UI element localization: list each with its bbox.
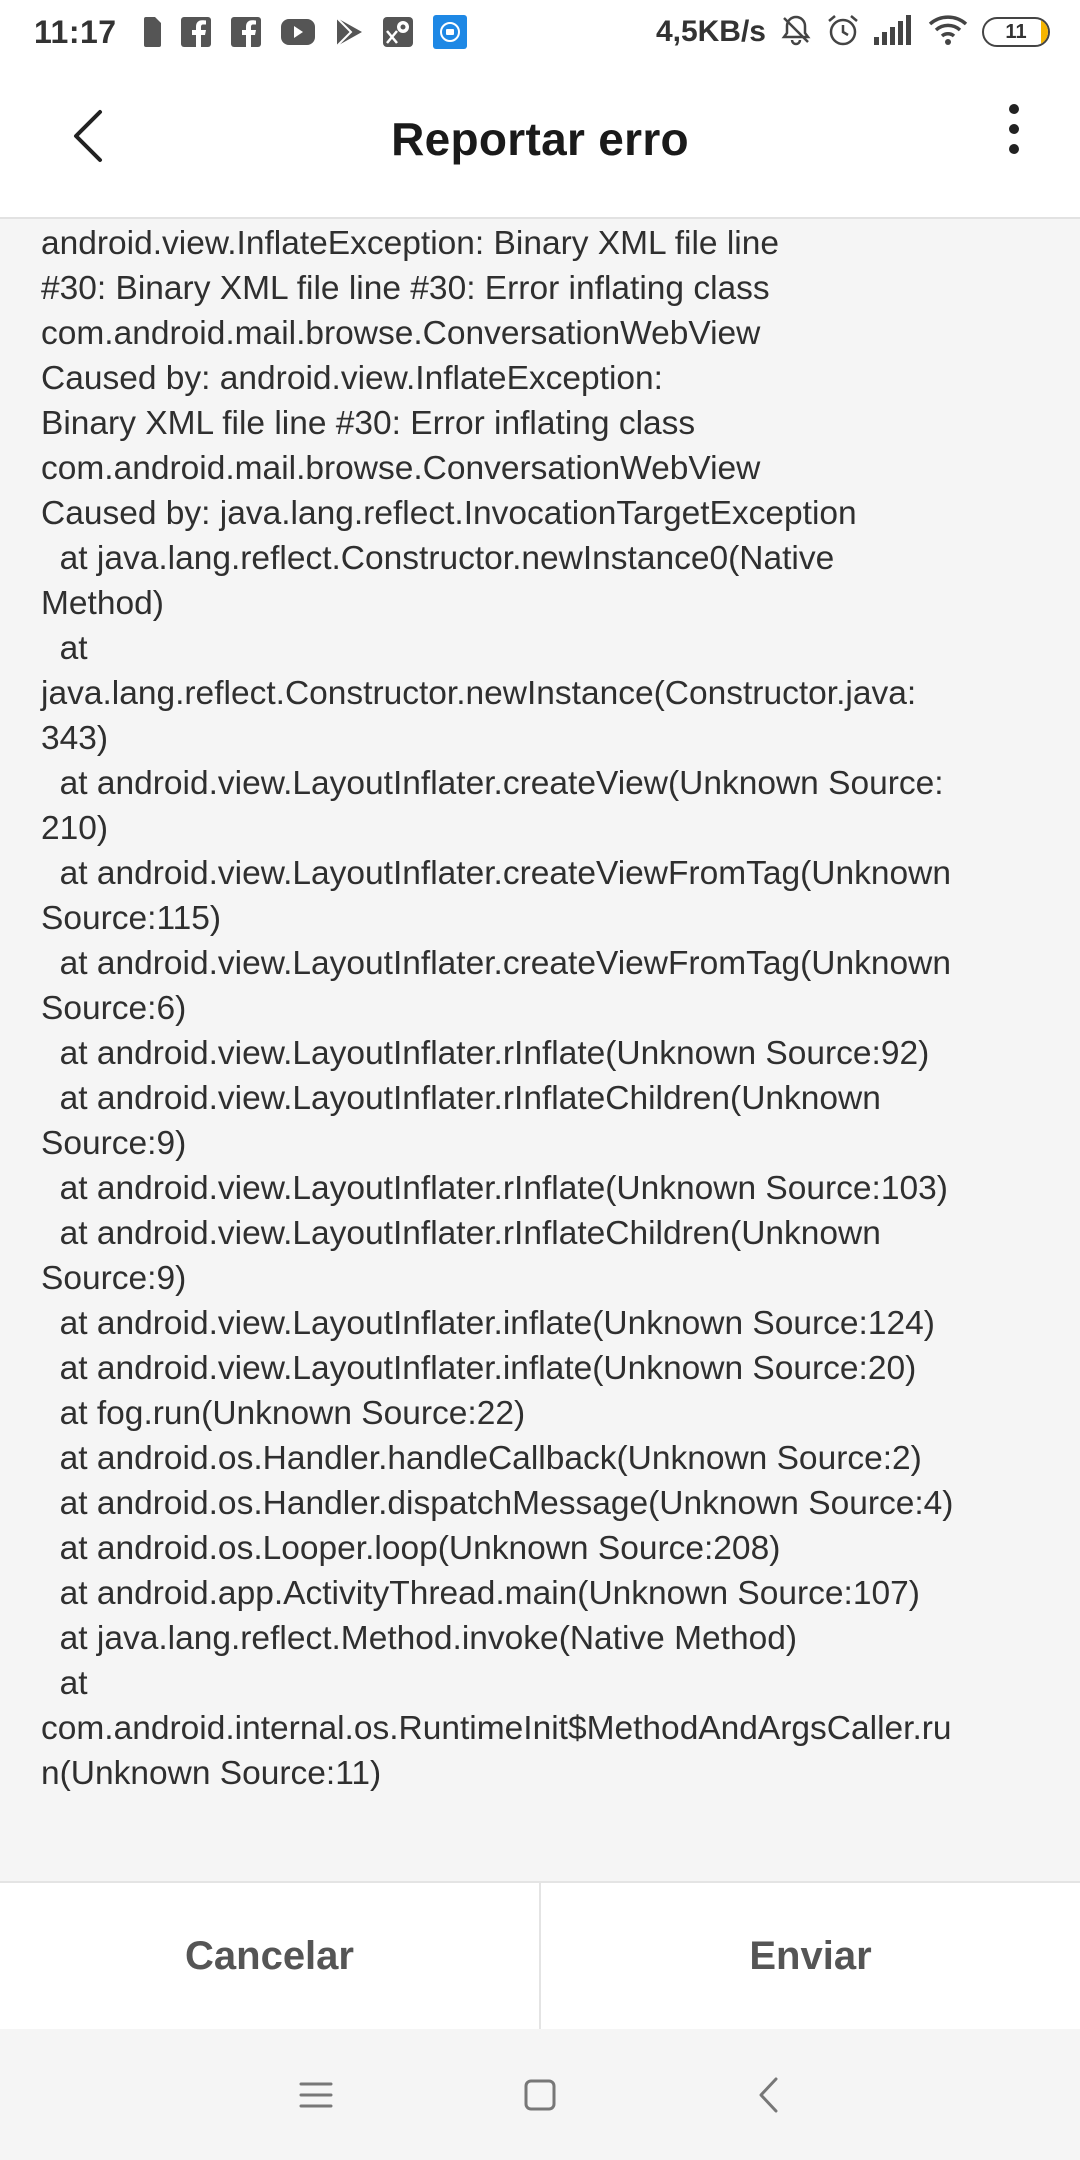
- cancel-button[interactable]: Cancelar: [0, 1883, 539, 2029]
- alarm-icon: [826, 13, 860, 52]
- muted-bell-icon: [780, 14, 812, 51]
- facebook-icon: [180, 17, 211, 47]
- facebook-icon: [230, 17, 261, 47]
- status-right: 4,5KB/s 11: [656, 13, 1050, 52]
- status-time: 11:17: [34, 13, 117, 50]
- wifi-icon: [928, 14, 968, 50]
- network-speed: 4,5KB/s: [655, 15, 766, 48]
- action-bar: Cancelar Enviar: [0, 1881, 1080, 2029]
- app-notification-icon: [432, 15, 467, 49]
- sim-card-icon: [143, 17, 161, 47]
- play-store-icon: [335, 17, 363, 47]
- more-options-button[interactable]: [994, 94, 1034, 164]
- send-button[interactable]: Enviar: [541, 1883, 1080, 2029]
- nav-back-button[interactable]: [738, 2065, 798, 2125]
- home-icon: [524, 2079, 556, 2111]
- battery-icon: 11: [982, 17, 1050, 47]
- report-content[interactable]: android.view.InflateException: Binary XM…: [0, 221, 1080, 1881]
- more-vert-icon: [1009, 104, 1019, 154]
- nav-recents-button[interactable]: [286, 2065, 346, 2125]
- page-title: Reportar erro: [391, 113, 689, 165]
- navigation-bar: [0, 2029, 1080, 2160]
- app-header: Reportar erro: [0, 64, 1080, 219]
- stack-trace-text: android.view.InflateException: Binary XM…: [41, 225, 954, 1792]
- status-bar: 11:17 4,5KB/s 11: [0, 0, 1080, 64]
- notification-icons: [143, 15, 467, 49]
- youtube-icon: [280, 19, 315, 45]
- back-icon: [759, 2077, 778, 2113]
- nav-home-button[interactable]: [510, 2065, 570, 2125]
- signal-icon: [874, 14, 914, 50]
- maps-icon: [382, 17, 413, 47]
- menu-icon: [299, 2082, 333, 2108]
- battery-level: 11: [1005, 20, 1027, 43]
- battery-fill: [1040, 19, 1048, 45]
